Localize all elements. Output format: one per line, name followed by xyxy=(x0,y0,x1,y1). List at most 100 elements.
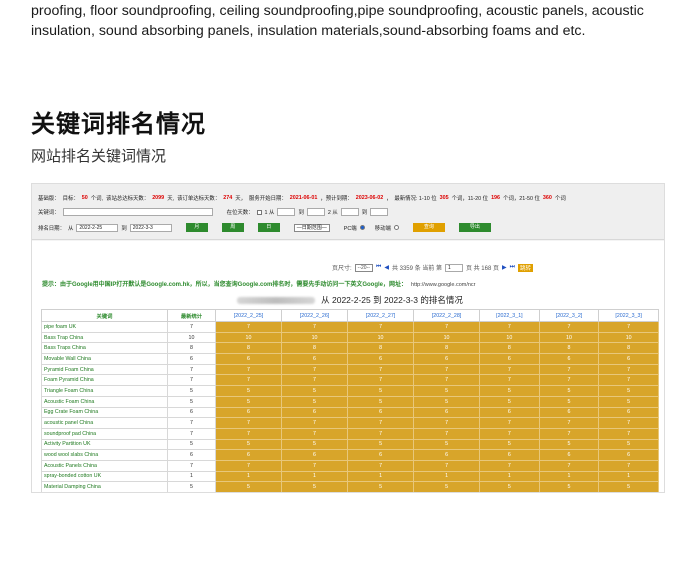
keyword-cell[interactable]: Activity Partition UK xyxy=(41,438,168,451)
rank-cell: 7 xyxy=(214,459,283,472)
date-to-input[interactable]: 2022-3-3 xyxy=(129,223,172,232)
days-from-input-1[interactable] xyxy=(277,208,296,216)
keyword-cell[interactable]: acoustic panel China xyxy=(41,417,168,429)
query-button[interactable]: 查询 xyxy=(412,223,445,232)
day-button[interactable]: 日 xyxy=(257,223,280,232)
col-date[interactable]: [2022_3_2] xyxy=(538,309,600,322)
col-date[interactable]: [2022_2_26] xyxy=(281,309,349,322)
go-button[interactable]: 跳转 xyxy=(518,263,534,272)
keyword-cell[interactable]: Foam Pyramid China xyxy=(41,374,168,387)
google-ncr-link[interactable]: http://www.google.com/ncr xyxy=(411,282,476,288)
total-days: 2099 xyxy=(152,195,165,201)
col-date[interactable]: [2022_2_27] xyxy=(347,309,415,322)
next-page-icon[interactable]: ▶ xyxy=(502,264,507,271)
last-page-icon[interactable]: ⏭ xyxy=(510,264,515,271)
table-row: Movable Wall China 6 6 6 6 6 6 6 6 xyxy=(41,353,659,365)
first-page-icon[interactable]: ⏮ xyxy=(376,264,381,271)
keyword-row: 关键词： 在位天数： 1 从 到 2 从 到 xyxy=(38,208,389,216)
col-date[interactable]: [2022_3_1] xyxy=(479,309,540,322)
rank-cell: 5 xyxy=(479,481,540,492)
keyword-cell[interactable]: Egg Crate Foam China xyxy=(41,406,168,419)
keyword-cell[interactable]: soundproof pad China xyxy=(41,427,168,440)
rank-cell: 7 xyxy=(538,363,600,376)
days-to-input-2[interactable] xyxy=(370,208,389,216)
rank-cell: 6 xyxy=(413,353,481,365)
pc-radio[interactable] xyxy=(359,225,365,230)
table-row: Triangle Foam China 5 5 5 5 5 5 5 5 xyxy=(41,385,659,397)
keyword-cell[interactable]: pipe foam UK xyxy=(41,321,168,333)
rank-cell: 7 xyxy=(347,427,415,440)
days-checkbox[interactable] xyxy=(256,209,262,215)
rank-cell: 1 xyxy=(413,470,481,483)
blurred-domain xyxy=(237,297,316,305)
rank-cell: 5 xyxy=(413,438,481,451)
week-button[interactable]: 周 xyxy=(221,223,244,232)
date-row: 排名日期： 从 2022-2-25 到 2022-3-3 月 周 日 —日期范围… xyxy=(38,223,491,232)
rank-cell: 7 xyxy=(538,417,600,429)
pagination: 页尺寸: --20-- ⏮ ◀ 共 3359 条 当前 第 1 页 共 168 … xyxy=(332,263,534,272)
month-button[interactable]: 月 xyxy=(185,223,208,232)
rank-cell: 5 xyxy=(479,438,540,451)
col-date[interactable]: [2022_3_3] xyxy=(598,309,659,322)
rank-cell: 7 xyxy=(281,321,349,333)
rank-cell: 7 xyxy=(538,374,600,387)
rank-cell: 1 xyxy=(347,470,415,483)
keyword-cell[interactable]: wood wool slabs China xyxy=(41,449,168,461)
table-caption: 从 2022-2-25 到 2022-3-3 的排名情况 xyxy=(41,293,659,309)
rank-cell: 5 xyxy=(413,385,481,397)
rank-cell: 6 xyxy=(479,353,540,365)
rank-cell: 5 xyxy=(413,481,481,492)
rank-cell: 8 xyxy=(214,342,283,355)
rank-cell: 1 xyxy=(281,470,349,483)
page-size-select[interactable]: --20-- xyxy=(354,263,373,272)
days-from-input-2[interactable] xyxy=(340,208,359,216)
keyword-cell[interactable]: Acoustic Foam China xyxy=(41,395,168,408)
rank-cell: 7 xyxy=(479,427,540,440)
rank-cell: 5 xyxy=(281,385,349,397)
rank-cell: 7 xyxy=(598,363,659,376)
google-notice: 提示：由于Google用中国IP打开默认是Google.com.hk，所以，当您… xyxy=(42,282,476,288)
rank-cell: 1 xyxy=(538,470,600,483)
stat-cell: 6 xyxy=(167,406,216,419)
rank-cell: 7 xyxy=(347,459,415,472)
keyword-cell[interactable]: Acoustic Panels China xyxy=(41,459,168,472)
rank-cell: 10 xyxy=(347,331,415,344)
filter-panel: 基础版： 目标： 50 个词, 该站总达标天数： 2099 天, 该订单达标天数… xyxy=(32,184,664,240)
rank-cell: 10 xyxy=(538,331,600,344)
keyword-cell[interactable]: Material Damping China xyxy=(41,481,168,492)
page-input[interactable]: 1 xyxy=(444,263,463,272)
export-button[interactable]: 导出 xyxy=(458,223,491,232)
rank-cell: 7 xyxy=(413,427,481,440)
date-from-input[interactable]: 2022-2-25 xyxy=(76,223,119,232)
table-row: Egg Crate Foam China 6 6 6 6 6 6 6 6 xyxy=(41,406,659,419)
rank-cell: 8 xyxy=(538,342,600,355)
rank-cell: 5 xyxy=(538,385,600,397)
rank-cell: 10 xyxy=(214,331,283,344)
rank-cell: 7 xyxy=(479,321,540,333)
keyword-input[interactable] xyxy=(62,208,213,216)
col-date[interactable]: [2022_2_25] xyxy=(214,309,283,322)
rank-cell: 7 xyxy=(214,374,283,387)
keyword-cell[interactable]: Bass Trap China xyxy=(41,331,168,344)
table-row: Foam Pyramid China 7 7 7 7 7 7 7 7 xyxy=(41,374,659,387)
rank-cell: 5 xyxy=(598,395,659,408)
keyword-cell[interactable]: Triangle Foam China xyxy=(41,385,168,397)
rank-cell: 7 xyxy=(281,374,349,387)
keyword-cell[interactable]: Movable Wall China xyxy=(41,353,168,365)
rank-cell: 6 xyxy=(538,449,600,461)
days-to-input-1[interactable] xyxy=(306,208,325,216)
keyword-cell[interactable]: Bass Traps China xyxy=(41,342,168,355)
rank-cell: 6 xyxy=(413,449,481,461)
rank-cell: 7 xyxy=(598,321,659,333)
range-select[interactable]: —日期范围— xyxy=(293,223,330,232)
table-row: wood wool slabs China 6 6 6 6 6 6 6 6 xyxy=(41,449,659,461)
rank-cell: 8 xyxy=(281,342,349,355)
keyword-cell[interactable]: Pyramid Foam China xyxy=(41,363,168,376)
keyword-cell[interactable]: spray-bonded cotton UK xyxy=(41,470,168,483)
rank-cell: 6 xyxy=(214,449,283,461)
rank-cell: 1 xyxy=(214,470,283,483)
mobile-radio[interactable] xyxy=(393,225,399,230)
stat-cell: 5 xyxy=(167,385,216,397)
prev-page-icon[interactable]: ◀ xyxy=(384,264,389,271)
col-date[interactable]: [2022_2_28] xyxy=(413,309,481,322)
